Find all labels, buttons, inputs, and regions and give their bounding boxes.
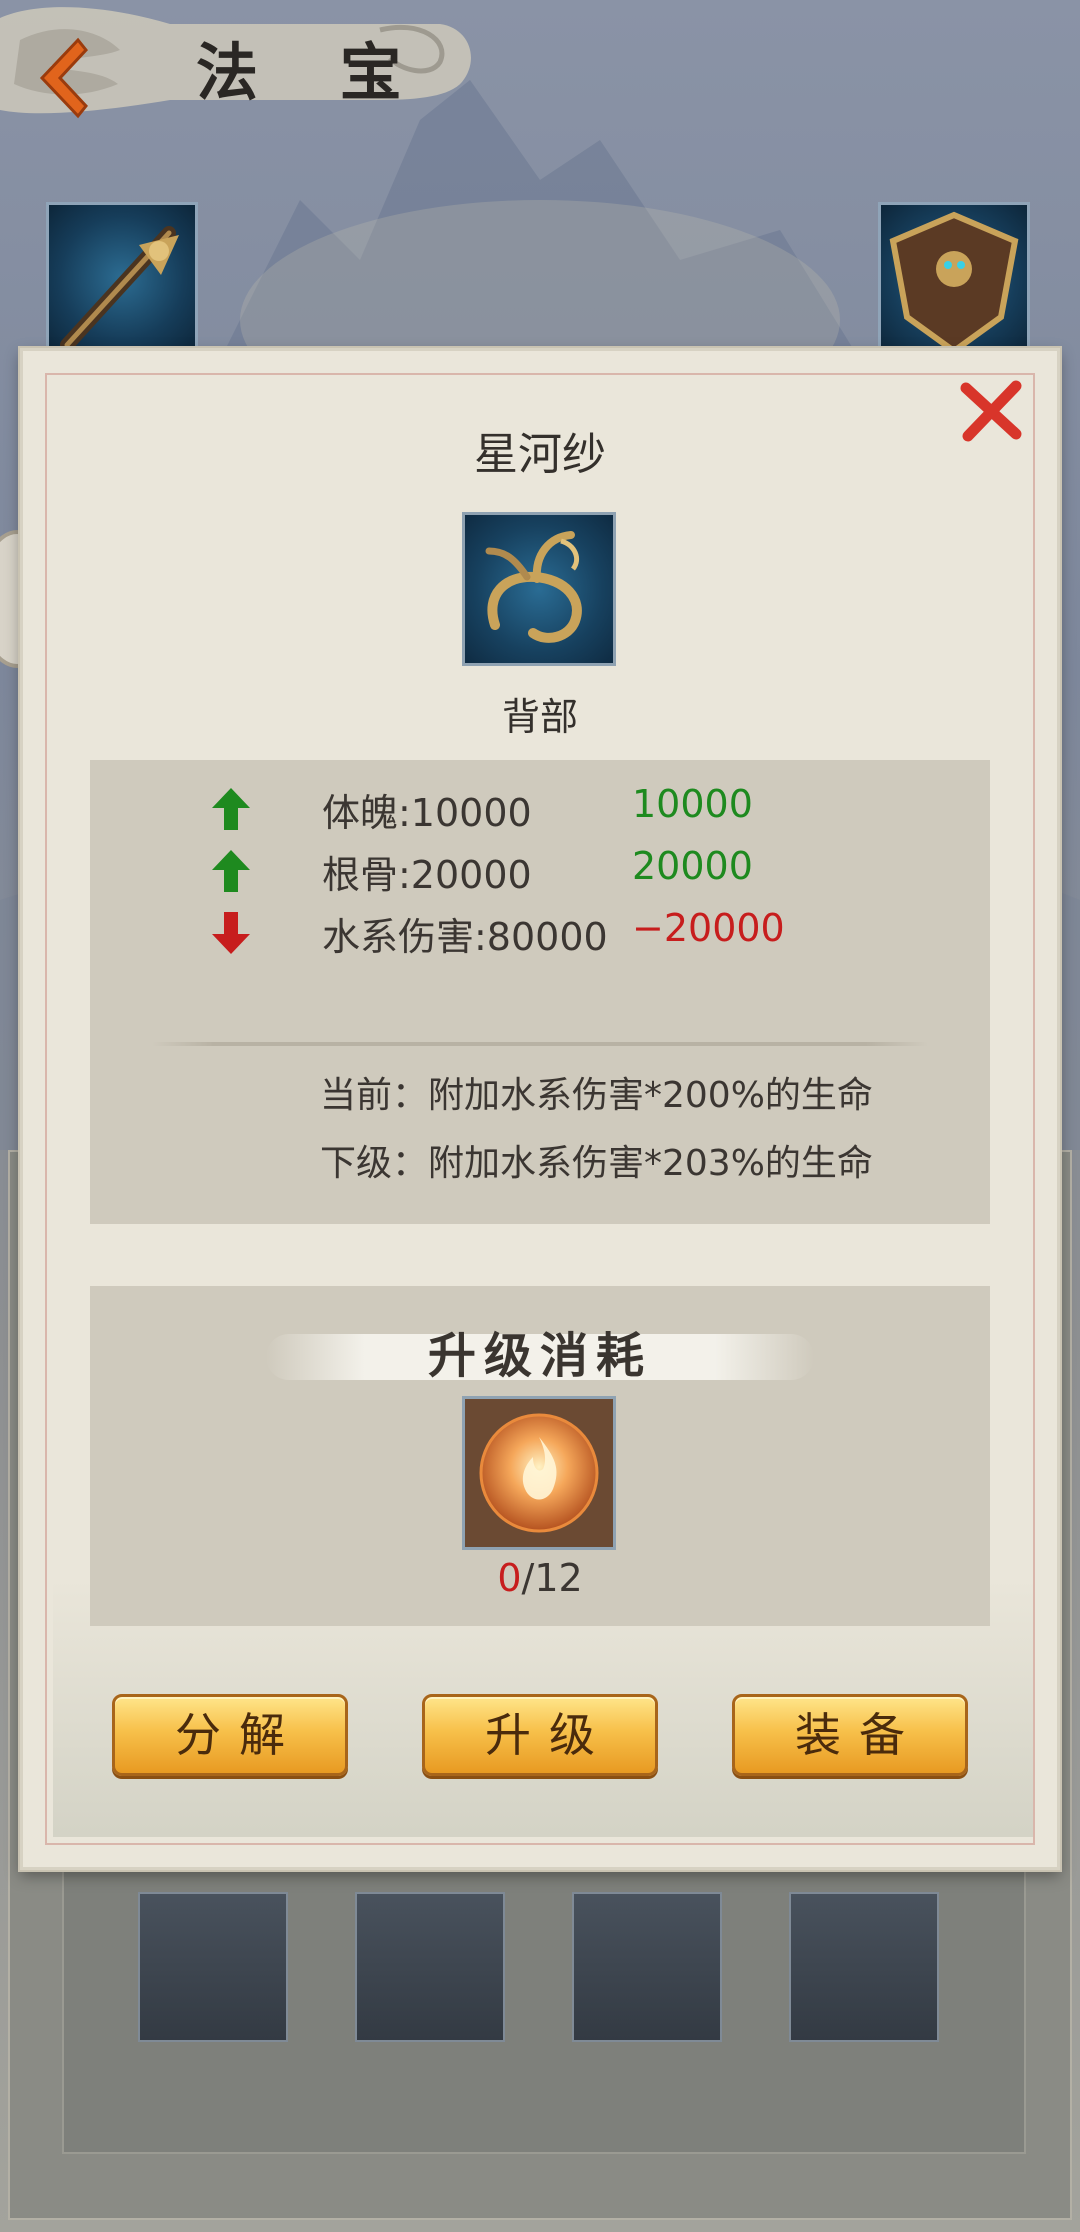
empty-equip-slot[interactable] <box>138 1892 288 2042</box>
stat-label: 水系伤害:80000 <box>322 915 608 959</box>
shield-icon <box>889 211 1019 351</box>
arrow-up-icon <box>212 788 250 830</box>
upgrade-cost-panel: 升级消耗 0/12 <box>90 1286 990 1626</box>
stat-delta: −20000 <box>632 906 785 950</box>
material-count: 0/12 <box>90 1556 990 1600</box>
fire-orb-icon <box>465 1399 613 1547</box>
stat-label: 根骨:20000 <box>322 853 532 897</box>
page-title: 法 宝 <box>196 36 432 109</box>
item-icon <box>462 512 616 666</box>
stat-delta: 20000 <box>632 844 753 888</box>
empty-equip-slot[interactable] <box>789 1892 939 2042</box>
stats-comparison-panel: 体魄:10000 10000 根骨:20000 20000 水系伤害:80000… <box>90 760 990 1224</box>
equipped-shield-thumbnail[interactable] <box>878 202 1030 354</box>
stat-row: 水系伤害:80000 −20000 <box>90 904 990 959</box>
empty-equip-slot[interactable] <box>355 1892 505 2042</box>
material-icon[interactable] <box>462 1396 616 1550</box>
item-name: 星河纱 <box>474 429 606 480</box>
stat-label: 体魄:10000 <box>322 791 532 835</box>
material-owned: 0 <box>497 1556 522 1600</box>
empty-equip-slot[interactable] <box>572 1892 722 2042</box>
equipped-weapon-thumbnail[interactable] <box>46 202 198 354</box>
back-button[interactable] <box>28 32 98 122</box>
arrow-down-icon <box>212 912 250 954</box>
material-required: /12 <box>521 1556 583 1600</box>
equip-button[interactable]: 装备 <box>732 1694 968 1776</box>
decompose-button[interactable]: 分解 <box>112 1694 348 1776</box>
cost-title: 升级消耗 <box>427 1328 652 1384</box>
item-slot-type: 背部 <box>501 695 578 739</box>
current-effect-text: 当前：附加水系伤害*200%的生命 <box>320 1075 873 1116</box>
scarf-ornament-icon <box>485 531 582 643</box>
divider <box>152 1042 928 1046</box>
sword-icon <box>60 226 179 351</box>
stat-row: 根骨:20000 20000 <box>90 842 990 897</box>
next-effect-text: 下级：附加水系伤害*203%的生命 <box>320 1143 873 1184</box>
stat-row: 体魄:10000 10000 <box>90 780 990 835</box>
arrow-up-icon <box>212 850 250 892</box>
stat-delta: 10000 <box>632 782 753 826</box>
upgrade-button[interactable]: 升级 <box>422 1694 658 1776</box>
